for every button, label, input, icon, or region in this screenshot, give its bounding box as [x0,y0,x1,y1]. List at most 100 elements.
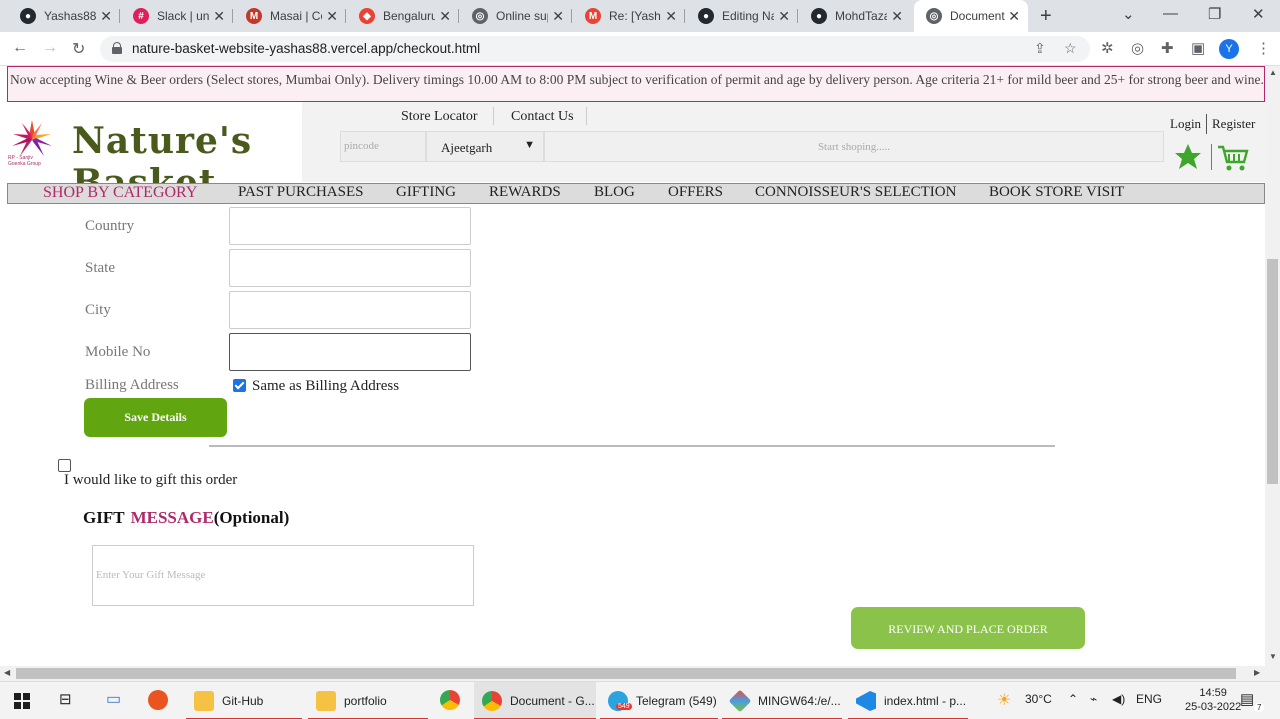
scroll-right-icon[interactable]: ▶ [1254,668,1260,677]
close-tab-icon[interactable]: ✕ [1008,8,1020,25]
pincode-input[interactable]: pincode [340,131,426,162]
country-label: Country [85,218,135,234]
nav-shop-by-category[interactable]: SHOP BY CATEGORY [43,184,197,202]
extension-icon[interactable]: ✲ [1101,39,1114,57]
nav-blog[interactable]: BLOG [594,184,635,201]
store-locator-link[interactable]: Store Locator [401,109,478,125]
github-icon: ● [811,8,827,24]
scroll-up-icon[interactable]: ▲ [1269,68,1277,77]
scroll-down-icon[interactable]: ▼ [1269,652,1277,661]
country-field[interactable] [229,207,471,245]
browser-tab-active[interactable]: ◎ Document ✕ [914,0,1028,32]
reload-icon[interactable]: ↻ [72,39,85,59]
task-view-icon[interactable]: ⊟ [59,690,72,708]
ubuntu-icon[interactable] [148,690,168,710]
bookmark-star-icon[interactable]: ☆ [1064,40,1077,57]
gift-heading-word: GIFT [83,508,125,527]
nav-past-purchases[interactable]: PAST PURCHASES [238,184,363,201]
close-window-icon[interactable]: ✕ [1252,5,1265,23]
back-icon[interactable]: ← [12,39,28,57]
browser-tab[interactable]: # Slack | unit ✕ [121,0,233,32]
city-field[interactable] [229,291,471,329]
state-field[interactable] [229,249,471,287]
close-tab-icon[interactable]: ✕ [100,8,112,25]
system-clock[interactable]: 14:59 25-03-2022 [1185,686,1241,714]
browser-tab[interactable]: ● Editing Na ✕ [686,0,798,32]
close-tab-icon[interactable]: ✕ [891,8,903,25]
chevron-up-icon[interactable]: ⌃ [1068,692,1078,706]
github-icon: ● [698,8,714,24]
share-icon[interactable]: ⇪ [1034,40,1046,57]
cart-icon[interactable] [1217,144,1249,172]
vertical-scrollbar[interactable]: ▲ ▼ [1265,66,1280,666]
taskbar-app-portfolio[interactable]: portfolio [308,682,428,719]
horizontal-scrollbar[interactable]: ◀ ▶ [0,666,1280,681]
tab-title: Online sup [496,9,548,23]
wishlist-star-icon[interactable] [1173,142,1203,172]
sidepanel-icon[interactable]: ▣ [1191,39,1205,57]
language-indicator[interactable]: ENG [1136,692,1162,706]
network-icon[interactable]: ⌁ [1090,692,1097,706]
taskbar-app-document[interactable]: Document - G... [474,682,596,719]
save-details-button[interactable]: Save Details [84,398,227,437]
address-bar[interactable]: nature-basket-website-yashas88.vercel.ap… [100,36,1090,62]
review-place-order-button[interactable]: REVIEW AND PLACE ORDER [851,607,1085,649]
taskbar-app-telegram[interactable]: 549 Telegram (549) [600,682,718,719]
gift-heading-optional: (Optional) [213,508,290,527]
search-input[interactable]: Start shoping..... [544,131,1164,162]
tab-title: MohdTaza [835,9,887,23]
profile-avatar[interactable]: Y [1219,39,1239,59]
nav-rewards[interactable]: REWARDS [489,184,561,201]
taskbar-app-git-hub[interactable]: Git-Hub [186,682,302,719]
windows-start-icon[interactable] [14,693,30,709]
tab-search-icon[interactable]: ⌄ [1122,5,1135,23]
git-bash-icon [728,689,752,713]
extension-icon[interactable]: ◎ [1131,39,1144,57]
gift-message-input[interactable]: Enter Your Gift Message [92,545,474,606]
taskbar-app-vscode[interactable]: index.html - p... [848,682,968,719]
weather-temp[interactable]: 30°C [1025,692,1052,706]
menu-icon[interactable]: ⋮ [1256,39,1271,57]
close-tab-icon[interactable]: ✕ [552,8,564,25]
new-tab-icon[interactable]: + [1040,5,1052,28]
nav-book-store-visit[interactable]: BOOK STORE VISIT [989,184,1124,201]
close-tab-icon[interactable]: ✕ [778,8,790,25]
close-tab-icon[interactable]: ✕ [439,8,451,25]
browser-tab[interactable]: ● MohdTaza ✕ [799,0,911,32]
close-tab-icon[interactable]: ✕ [213,8,225,25]
volume-icon[interactable]: ◀) [1112,692,1125,706]
register-link[interactable]: Register [1212,116,1255,132]
close-tab-icon[interactable]: ✕ [326,8,338,25]
logo[interactable]: RP - Sanjiv Goenka Group Nature's Basket [0,102,302,204]
forward-icon[interactable]: → [42,39,58,57]
scrollbar-thumb[interactable] [1267,259,1278,484]
close-tab-icon[interactable]: ✕ [665,8,677,25]
city-label: City [85,302,111,318]
browser-tab[interactable]: ◎ Online sup ✕ [460,0,572,32]
login-link[interactable]: Login [1170,116,1201,132]
mobile-field[interactable] [229,333,471,371]
nav-offers[interactable]: OFFERS [668,184,723,201]
scrollbar-thumb[interactable] [16,668,1236,679]
browser-tab[interactable]: M Re: [Yasha ✕ [573,0,685,32]
scroll-left-icon[interactable]: ◀ [4,668,10,677]
minimize-icon[interactable]: — [1163,5,1178,22]
notification-icon[interactable]: ▤ [1240,690,1254,708]
browser-tab[interactable]: ● Yashas88/ ✕ [8,0,120,32]
city-select[interactable]: Ajeetgarh ▼ [426,131,544,162]
chrome-icon[interactable] [440,690,460,710]
browser-tab[interactable]: M Masai | Co ✕ [234,0,346,32]
weather-icon[interactable]: ☀ [997,690,1011,710]
same-as-billing-checkbox[interactable] [233,379,246,392]
divider [1206,114,1207,134]
taskbar-app-mingw[interactable]: MINGW64:/e/... [722,682,842,719]
nav-connoisseurs-selection[interactable]: CONNOISSEUR'S SELECTION [755,184,956,201]
contact-us-link[interactable]: Contact Us [511,109,574,125]
restore-icon[interactable]: ❐ [1208,5,1221,23]
masai-icon: M [246,8,262,24]
puzzle-icon[interactable]: ✚ [1161,39,1174,57]
browser-tab[interactable]: ◆ Bengaluru ✕ [347,0,459,32]
computer-icon[interactable]: ▭ [106,689,121,709]
gift-order-checkbox[interactable] [58,459,71,472]
nav-gifting[interactable]: GIFTING [396,184,456,201]
